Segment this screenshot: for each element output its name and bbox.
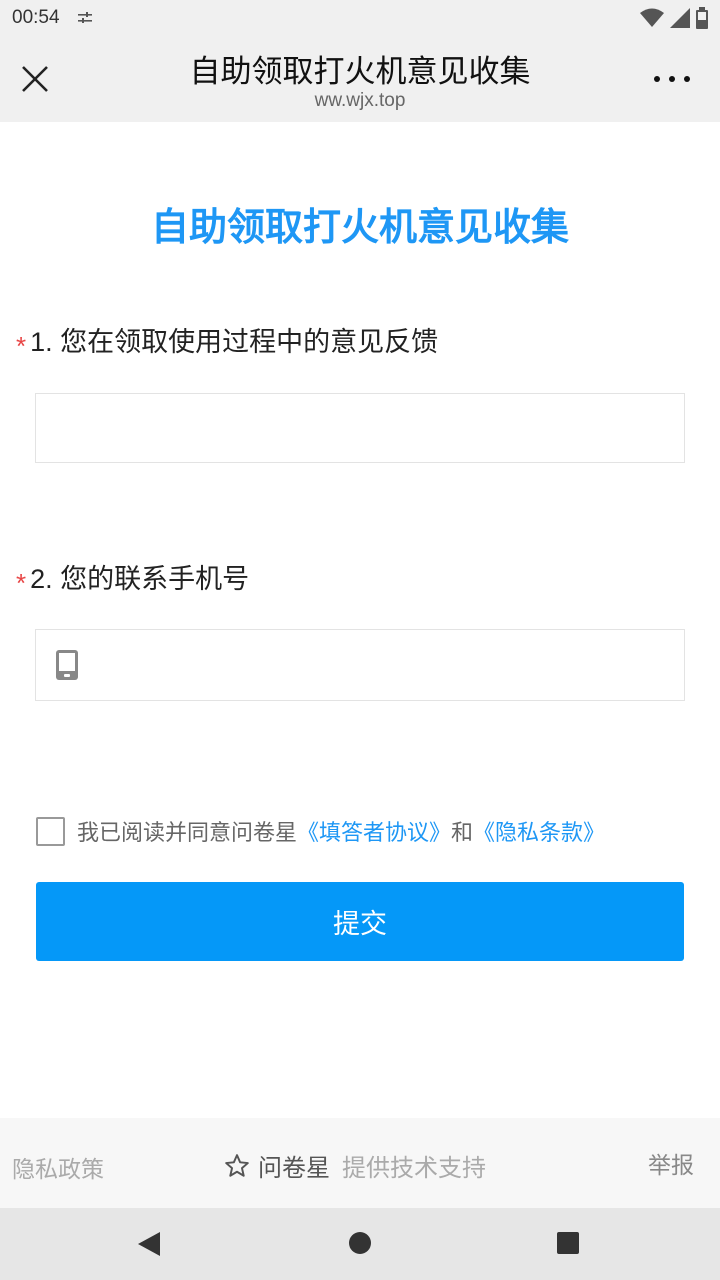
report-link[interactable]: 举报 [648, 1146, 694, 1180]
more-button[interactable] [654, 74, 690, 84]
status-time: 00:54 [12, 7, 60, 28]
privacy-terms-link[interactable]: 《隐私条款》 [473, 815, 605, 847]
feedback-input[interactable] [36, 394, 684, 462]
phone-input[interactable] [36, 630, 684, 700]
battery-icon [696, 7, 708, 29]
footer: 隐私政策 问卷星 提供技术支持 举报 [0, 1118, 720, 1208]
agreement-checkbox[interactable] [36, 816, 65, 846]
agreement-text: 我已阅读并同意问卷星 [77, 820, 298, 845]
page-title: 自助领取打火机意见收集 [189, 54, 531, 89]
question-2-text: 2. 您的联系手机号 [30, 564, 250, 594]
status-bar: 00:54 [0, 0, 720, 36]
question-1-text: 1. 您在领取使用过程中的意见反馈 [30, 327, 439, 357]
signal-icon [670, 8, 690, 28]
agreement-conjunction: 和 [451, 820, 474, 845]
back-icon[interactable] [138, 1232, 160, 1256]
privacy-policy-link[interactable]: 隐私政策 [12, 1150, 104, 1184]
navigation-bar [0, 1208, 720, 1280]
phone-field[interactable] [35, 629, 685, 701]
question-1-label: * 1. 您在领取使用过程中的意见反馈 [16, 320, 439, 361]
brand-credit[interactable]: 问卷星 提供技术支持 [224, 1148, 486, 1183]
brand-name: 问卷星 [258, 1155, 330, 1182]
user-agreement-link[interactable]: 《填答者协议》 [297, 815, 451, 847]
browser-header: 自助领取打火机意见收集 ww.wjx.top [0, 36, 720, 122]
submit-button[interactable]: 提交 [36, 882, 684, 961]
agreement-row: 我已阅读并同意问卷星 《填答者协议》和《隐私条款》 [36, 816, 605, 846]
star-icon [225, 1153, 249, 1177]
feedback-field[interactable] [35, 393, 685, 463]
wifi-icon [640, 8, 664, 27]
question-2-label: * 2. 您的联系手机号 [16, 557, 250, 598]
status-icons [640, 6, 708, 30]
required-mark: * [16, 568, 27, 598]
screen: 00:54 自助领取打火机意见收集 ww.wjx.top 自助领取打火机意见收集… [0, 0, 720, 1280]
phone-icon [56, 650, 78, 680]
required-mark: * [16, 331, 27, 361]
brand-tagline: 提供技术支持 [342, 1155, 486, 1182]
home-icon[interactable] [349, 1232, 371, 1254]
settings-sliders-icon [78, 12, 92, 23]
recents-icon[interactable] [557, 1232, 579, 1254]
more-icon [654, 76, 660, 82]
page-url: ww.wjx.top [314, 90, 406, 111]
survey-title: 自助领取打火机意见收集 [150, 207, 569, 249]
